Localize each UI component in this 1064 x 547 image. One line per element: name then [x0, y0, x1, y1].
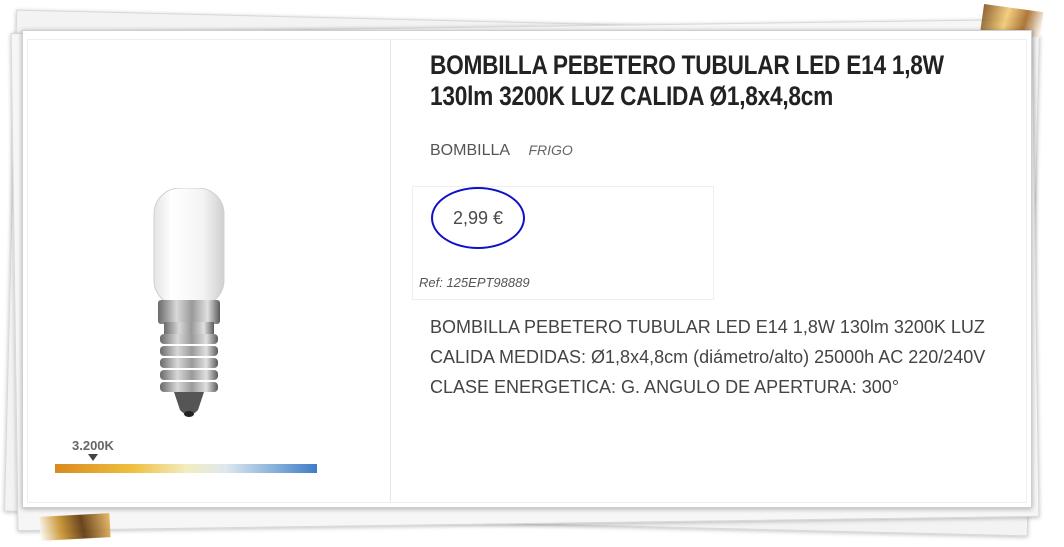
product-card-inner: 3.200K BOMBILLA PEBETERO TUBULAR LED E14… [27, 39, 1027, 503]
product-title: BOMBILLA PEBETERO TUBULAR LED E14 1,8W 1… [430, 50, 944, 111]
product-description: BOMBILLA PEBETERO TUBULAR LED E14 1,8W 1… [430, 317, 986, 397]
color-temperature-scale [55, 464, 317, 473]
price-box: 2,99 € Ref: 125EPT98889 [412, 186, 714, 300]
category-links: BOMBILLA FRIGO [430, 142, 587, 160]
color-temperature-label: 3.200K [72, 438, 114, 453]
decorative-gold-corner [39, 513, 111, 541]
product-card: 3.200K BOMBILLA PEBETERO TUBULAR LED E14… [22, 30, 1032, 508]
category-link[interactable]: BOMBILLA [430, 142, 510, 159]
product-image-column: 3.200K [28, 40, 391, 502]
subcategory-link[interactable]: FRIGO [528, 142, 572, 158]
product-reference: Ref: 125EPT98889 [419, 275, 530, 290]
product-info: BOMBILLA PEBETERO TUBULAR LED E14 1,8W 1… [412, 50, 1020, 397]
product-price: 2,99 € [431, 187, 525, 249]
color-temperature-marker-icon [88, 454, 98, 461]
bulb-image[interactable] [138, 188, 248, 428]
